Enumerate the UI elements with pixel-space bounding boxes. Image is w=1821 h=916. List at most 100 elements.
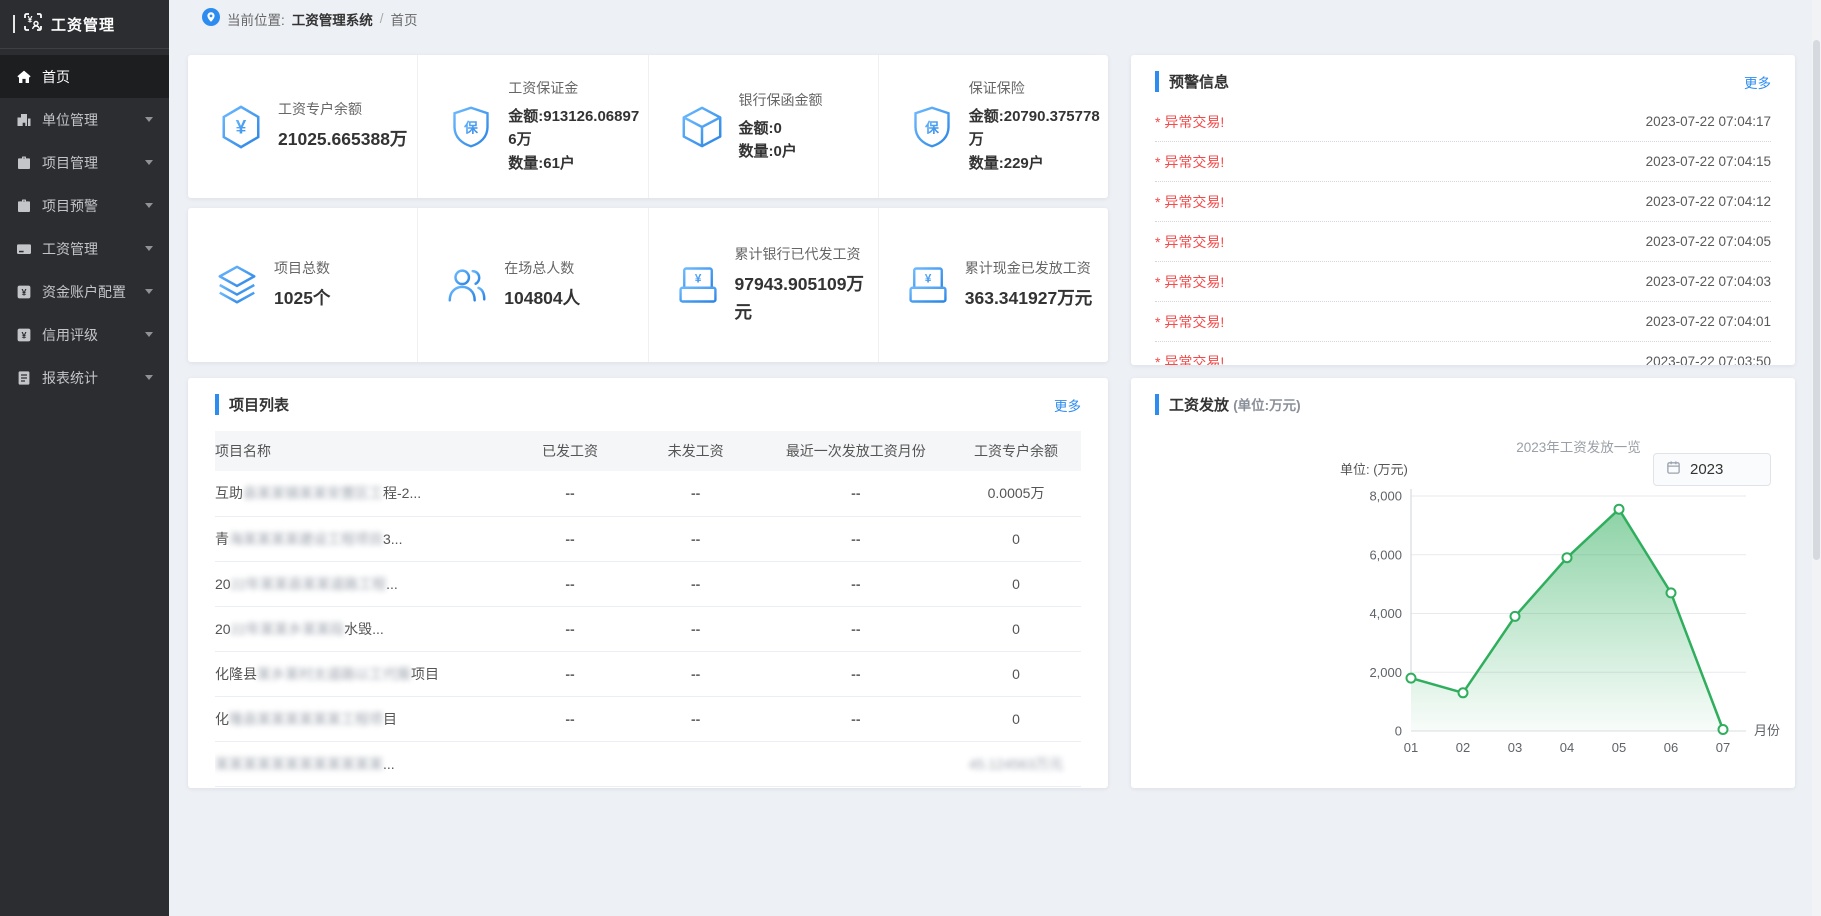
- sidebar-item-salary-mgmt[interactable]: 工资管理: [0, 227, 169, 270]
- alert-text-link[interactable]: * 异常交易!: [1155, 352, 1224, 366]
- alert-panel-title: 预警信息: [1155, 71, 1229, 92]
- alert-text-link[interactable]: * 异常交易!: [1155, 312, 1224, 332]
- chart-point: [1667, 588, 1676, 597]
- scrollbar-thumb[interactable]: [1813, 40, 1820, 560]
- layers-icon: [214, 262, 260, 308]
- balance-cell: 0: [951, 651, 1081, 696]
- yen-square-icon: ¥: [16, 284, 32, 300]
- alert-panel: 预警信息 更多 * 异常交易!2023-07-22 07:04:17* 异常交易…: [1131, 55, 1795, 365]
- project-table-header: 项目名称已发工资未发工资最近一次发放工资月份工资专户余额: [215, 431, 1081, 471]
- stat-card-value: 金额:913126.068976万: [508, 105, 647, 152]
- vertical-scrollbar[interactable]: [1812, 0, 1821, 916]
- stat-card: 项目总数1025个: [188, 208, 417, 362]
- table-row: 化隆县某乡某村太道路以工代赈项目------0: [215, 651, 1081, 696]
- cash-icon: ¥: [675, 262, 721, 308]
- chevron-down-icon: [145, 203, 153, 208]
- chart-point: [1563, 553, 1572, 562]
- sidebar: ¥ 工资管理 首页单位管理项目管理项目预警工资管理¥资金账户配置¥信用评级报表统…: [0, 0, 169, 916]
- stat-card-value: 金额:0: [739, 117, 823, 140]
- balance-cell: 45.124563万元: [951, 741, 1081, 786]
- sidebar-item-label: 工资管理: [42, 239, 98, 259]
- table-cell: --: [631, 651, 761, 696]
- alert-text-link[interactable]: * 异常交易!: [1155, 152, 1224, 172]
- table-row: 某某某某某某某某某某某某... 45.124563万元: [215, 741, 1081, 786]
- alert-more-link[interactable]: 更多: [1744, 72, 1771, 92]
- stat-card: ¥累计现金已发放工资363.341927万元: [878, 208, 1108, 362]
- breadcrumb-prefix: 当前位置:: [227, 9, 285, 29]
- table-row: 2022年某某乡某某段水毁...------0: [215, 606, 1081, 651]
- briefcase-icon: [16, 198, 32, 214]
- building-icon: [16, 112, 32, 128]
- alert-text-link[interactable]: * 异常交易!: [1155, 192, 1224, 212]
- app-logo[interactable]: ¥ 工资管理: [0, 0, 169, 49]
- alert-text-link[interactable]: * 异常交易!: [1155, 112, 1224, 132]
- table-cell: --: [631, 516, 761, 561]
- table-cell: --: [761, 516, 952, 561]
- stat-card-value: 21025.665388万: [278, 126, 407, 153]
- breadcrumb-separator: /: [380, 11, 384, 26]
- y-axis-name: 单位: (万元): [1340, 462, 1408, 477]
- project-name-link[interactable]: 2022年某某乡某某段水毁...: [215, 606, 509, 651]
- project-name-link[interactable]: 互助县某某镇某某安置区工程-2...: [215, 471, 509, 516]
- sidebar-item-label: 项目预警: [42, 196, 98, 216]
- alert-item: * 异常交易!2023-07-22 07:04:15: [1155, 142, 1771, 182]
- sidebar-item-project-mgmt[interactable]: 项目管理: [0, 141, 169, 184]
- credit-card-icon: [16, 241, 32, 257]
- chart-area: [1411, 509, 1723, 731]
- chart-point: [1407, 674, 1416, 683]
- app-logo-icon: ¥: [23, 12, 43, 37]
- project-name-link[interactable]: 2022年某某县某某道路工程...: [215, 561, 509, 606]
- svg-text:¥: ¥: [21, 330, 26, 340]
- table-cell: --: [761, 471, 952, 516]
- stat-card-value: 数量:61户: [508, 152, 647, 175]
- cube-icon: [679, 104, 725, 150]
- stat-card: ¥累计银行已代发工资97943.905109万元: [648, 208, 878, 362]
- column-header: 已发工资: [509, 431, 630, 471]
- project-name-link[interactable]: 化隆县某某某某某某工程项目: [215, 696, 509, 741]
- project-name-link[interactable]: 化隆县某乡某村太道路以工代赈项目: [215, 651, 509, 696]
- table-cell: [509, 741, 630, 786]
- x-tick-label: 03: [1508, 740, 1522, 755]
- stat-card: 保工资保证金金额:913126.068976万数量:61户: [417, 55, 647, 198]
- alert-text-link[interactable]: * 异常交易!: [1155, 232, 1224, 252]
- breadcrumb: 当前位置: 工资管理系统 / 首页: [169, 0, 1821, 37]
- project-name-link[interactable]: 某某某某某某某某某某某某...: [215, 741, 509, 786]
- svg-text:保: 保: [924, 119, 939, 135]
- sidebar-item-fund-account[interactable]: ¥资金账户配置: [0, 270, 169, 313]
- table-row: 化隆县某某某某某某工程项目------0: [215, 696, 1081, 741]
- alert-text-link[interactable]: * 异常交易!: [1155, 272, 1224, 292]
- sidebar-menu: 首页单位管理项目管理项目预警工资管理¥资金账户配置¥信用评级报表统计: [0, 49, 169, 399]
- stat-card: 在场总人数104804人: [417, 208, 647, 362]
- table-cell: --: [509, 606, 630, 651]
- alert-item: * 异常交易!2023-07-22 07:04:03: [1155, 262, 1771, 302]
- project-name-link[interactable]: 青海某某某某建设工程项目3...: [215, 516, 509, 561]
- table-cell: --: [761, 606, 952, 651]
- stat-card-label: 累计现金已发放工资: [965, 258, 1092, 278]
- table-cell: --: [509, 471, 630, 516]
- table-cell: --: [761, 696, 952, 741]
- stat-row-2: 项目总数1025个在场总人数104804人¥累计银行已代发工资97943.905…: [188, 208, 1108, 362]
- sidebar-item-unit-mgmt[interactable]: 单位管理: [0, 98, 169, 141]
- chevron-down-icon: [145, 117, 153, 122]
- sidebar-item-home[interactable]: 首页: [0, 55, 169, 98]
- svg-text:¥: ¥: [694, 271, 701, 285]
- sidebar-item-label: 首页: [42, 67, 70, 87]
- sidebar-item-label: 信用评级: [42, 325, 98, 345]
- alert-timestamp: 2023-07-22 07:04:05: [1646, 234, 1771, 249]
- table-cell: --: [631, 471, 761, 516]
- chart-panel-title: 工资发放 (单位:万元): [1155, 394, 1301, 415]
- cash-icon: ¥: [905, 262, 951, 308]
- chevron-down-icon: [145, 289, 153, 294]
- svg-text:¥: ¥: [236, 117, 247, 138]
- app-title: 工资管理: [51, 14, 115, 35]
- sidebar-item-project-alert[interactable]: 项目预警: [0, 184, 169, 227]
- chart-panel-subtitle: (单位:万元): [1233, 398, 1301, 413]
- table-row: 青海某某某某建设工程项目3...------0: [215, 516, 1081, 561]
- stat-card: 银行保函金额金额:0数量:0户: [648, 55, 878, 198]
- project-more-link[interactable]: 更多: [1054, 395, 1081, 415]
- sidebar-item-credit-rating[interactable]: ¥ 信用评级: [0, 313, 169, 356]
- svg-text:¥: ¥: [27, 14, 32, 24]
- y-tick-label: 0: [1395, 724, 1402, 739]
- sidebar-item-report-stats[interactable]: 报表统计: [0, 356, 169, 399]
- stat-card-label: 保证保险: [969, 78, 1108, 98]
